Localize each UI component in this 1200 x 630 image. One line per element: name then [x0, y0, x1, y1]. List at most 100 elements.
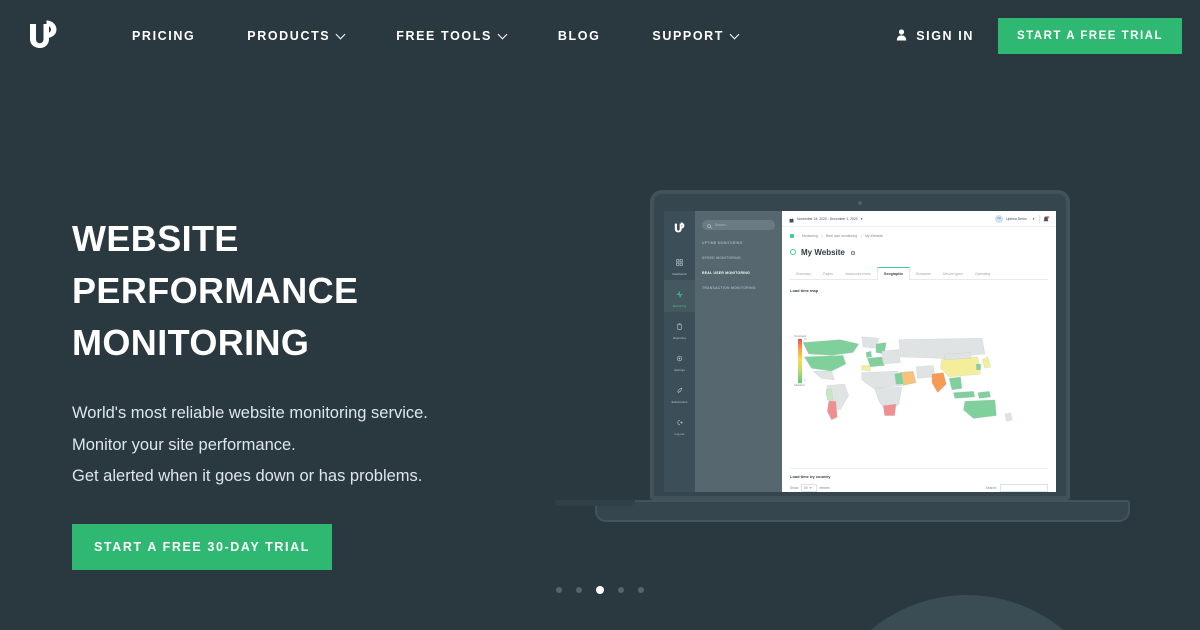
subnav-item-real-user-monitoring[interactable]: REAL USER MONITORING: [702, 271, 775, 275]
logout-icon: [676, 413, 683, 431]
sidebar-item-dashboard[interactable]: Dashboard: [664, 248, 695, 280]
hero-subtitle-line-2: Monitor your site performance.: [72, 435, 296, 454]
notifications-icon[interactable]: [1043, 211, 1049, 228]
legend-value-min: 0: [804, 379, 806, 382]
dashboard-sidebar: Dashboard Monitoring Reporting Settings …: [664, 211, 695, 492]
user-icon: [896, 28, 907, 44]
legend-value-max: 20: [804, 338, 807, 341]
settings-gear-icon[interactable]: [850, 243, 856, 261]
user-menu[interactable]: Uptima Demo: [1006, 217, 1027, 221]
date-range-picker[interactable]: November 24, 2020 - December 1, 2020: [797, 217, 858, 221]
entries-label: entries: [819, 486, 830, 490]
subnav-item-uptime-monitoring[interactable]: UPTIME MONITORING: [702, 241, 775, 245]
carousel-dot-4[interactable]: [618, 587, 624, 593]
dashboard-logo-icon[interactable]: [673, 221, 686, 239]
start-free-trial-button[interactable]: START A FREE TRIAL: [997, 18, 1182, 54]
dashboard-search-placeholder: Search...: [715, 223, 729, 227]
calendar-icon: [789, 211, 794, 228]
legend-gradient-bar: [798, 339, 802, 383]
sidebar-item-label: Monitoring: [672, 305, 687, 308]
carousel-pagination: [0, 586, 1200, 594]
world-choropleth-map: [802, 336, 1013, 422]
brand-logo-icon[interactable]: [24, 17, 62, 55]
nav-item-blog[interactable]: BLOG: [532, 21, 627, 51]
breadcrumb-item-real-user-monitoring[interactable]: Real user monitoring: [826, 234, 857, 238]
subnav-item-speed-monitoring[interactable]: SPEED MONITORING: [702, 256, 775, 260]
tab-operating-systems[interactable]: Operating: [969, 268, 996, 279]
breadcrumb-item-monitoring[interactable]: Monitoring: [802, 234, 818, 238]
home-icon[interactable]: [790, 234, 794, 238]
tab-browsers[interactable]: Browsers: [910, 268, 937, 279]
table-search-label: Search:: [985, 486, 997, 490]
map-card-title: Load time map: [790, 288, 819, 293]
header-actions: SIGN IN START A FREE TRIAL: [896, 0, 1200, 72]
nav-label: PRICING: [132, 29, 196, 43]
subnav-item-transaction-monitoring[interactable]: TRANSACTION MONITORING: [702, 286, 775, 290]
chevron-down-icon: [497, 29, 508, 39]
date-range-caret-icon: ▾: [860, 216, 863, 221]
legend-label-satisfied: Satisfied: [794, 384, 805, 387]
nav-item-free-tools[interactable]: FREE TOOLS: [370, 21, 532, 51]
sidebar-item-label: Subscription: [671, 401, 688, 404]
pulse-icon: [676, 285, 683, 303]
carousel-dot-2[interactable]: [576, 587, 582, 593]
nav-item-support[interactable]: SUPPORT: [626, 21, 764, 51]
clipboard-icon: [676, 317, 683, 335]
load-time-by-country-section: Load time by country Show 50 ▾ entries S…: [790, 468, 1048, 492]
sidebar-item-reporting[interactable]: Reporting: [664, 312, 695, 344]
laptop-lid: Dashboard Monitoring Reporting Settings …: [650, 190, 1070, 500]
hero-subtitle-line-1: World's most reliable website monitoring…: [72, 404, 428, 423]
sidebar-item-subscription[interactable]: Subscription: [664, 376, 695, 408]
sidebar-item-monitoring[interactable]: Monitoring: [664, 280, 695, 312]
tab-pages[interactable]: Pages: [817, 268, 839, 279]
hero-section: WEBSITE PERFORMANCE MONITORING World's m…: [72, 213, 572, 570]
carousel-dot-1[interactable]: [556, 587, 562, 593]
carousel-dot-5[interactable]: [638, 587, 644, 593]
entries-per-page-select[interactable]: 50 ▾: [801, 484, 817, 492]
nav-label: PRODUCTS: [247, 29, 331, 43]
dashboard-main: November 24, 2020 - December 1, 2020 ▾ U…: [782, 211, 1056, 492]
landing-page: PRICING PRODUCTS FREE TOOLS BLOG SUPPORT: [0, 0, 1200, 630]
dashboard-screenshot: Dashboard Monitoring Reporting Settings …: [664, 211, 1056, 492]
hero-cta-button[interactable]: START A FREE 30-DAY TRIAL: [72, 523, 332, 570]
table-search-input[interactable]: [1000, 484, 1048, 492]
nav-item-products[interactable]: PRODUCTS: [221, 21, 370, 51]
dashboard-topbar: November 24, 2020 - December 1, 2020 ▾ U…: [782, 211, 1056, 227]
sign-in-label: SIGN IN: [916, 29, 974, 43]
decorative-circle: [817, 595, 1117, 630]
dashboard-search-input[interactable]: Search...: [702, 220, 775, 230]
breadcrumb: > Monitoring > Real user monitoring > My…: [790, 234, 1048, 238]
nav-label: SUPPORT: [652, 29, 725, 43]
sidebar-item-settings[interactable]: Settings: [664, 344, 695, 376]
sign-in-link[interactable]: SIGN IN: [896, 28, 974, 44]
nav-label: FREE TOOLS: [396, 29, 492, 43]
breadcrumb-item-my-website[interactable]: My Website: [865, 234, 883, 238]
tab-javascript-errors[interactable]: Javascript errors: [839, 268, 877, 279]
user-menu-caret-icon: ▾: [1032, 216, 1035, 221]
entries-value: 50: [804, 486, 808, 490]
dashboard-title-row: My Website: [790, 243, 1048, 261]
tab-device-types[interactable]: Device types: [937, 268, 969, 279]
site-header: PRICING PRODUCTS FREE TOOLS BLOG SUPPORT: [0, 0, 1200, 72]
sidebar-item-label: Dashboard: [672, 273, 687, 276]
dashboard-tabs: Summary Pages Javascript errors Geograph…: [790, 267, 1048, 280]
page-title: WEBSITE PERFORMANCE MONITORING: [72, 218, 359, 363]
hero-subtitle-line-3: Get alerted when it goes down or has pro…: [72, 467, 423, 486]
nav-item-pricing[interactable]: PRICING: [106, 21, 221, 51]
sidebar-item-log-out[interactable]: Log out: [664, 408, 695, 440]
rocket-icon: [676, 381, 683, 399]
show-label: Show: [790, 486, 799, 490]
breadcrumb-separator: >: [797, 234, 799, 238]
search-icon: [707, 216, 712, 234]
map-legend: Frustrated 20 0 Satisfied: [794, 335, 820, 387]
carousel-dot-3[interactable]: [596, 586, 604, 594]
chevron-down-icon: [729, 29, 740, 39]
avatar[interactable]: UD: [995, 214, 1004, 223]
tab-summary[interactable]: Summary: [790, 268, 817, 279]
nav-label: BLOG: [557, 29, 601, 43]
load-time-map: Frustrated 20 0 Satisfied: [790, 295, 1048, 466]
laptop-notch: [555, 500, 635, 506]
tab-geographic[interactable]: Geographic: [876, 267, 911, 280]
breadcrumb-separator: >: [860, 234, 863, 238]
webcam-icon: [858, 201, 862, 205]
